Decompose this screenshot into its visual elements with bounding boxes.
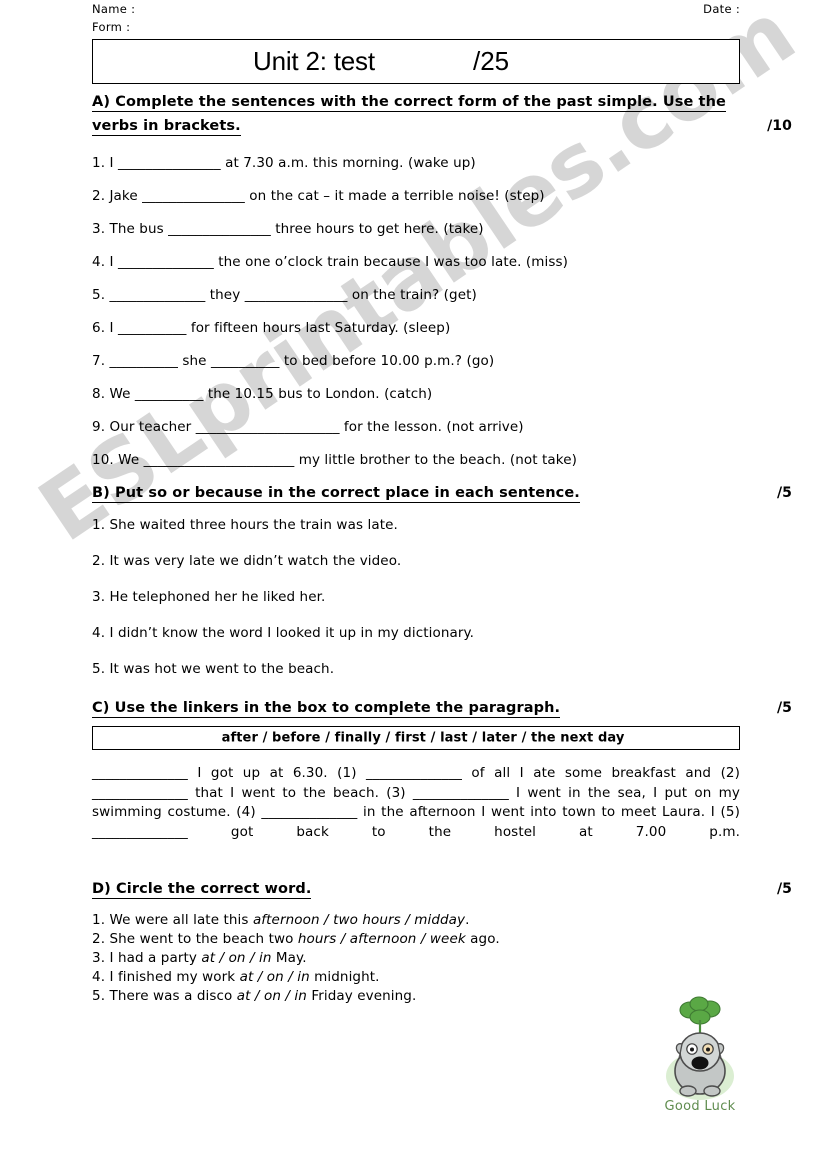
question-a-9: 9. Our teacher _____________________ for… [92, 419, 524, 435]
section-b-heading-text: B) Put so or because in the correct plac… [92, 485, 580, 503]
question-d-1-post: . [465, 911, 470, 928]
question-d-5-options: at / on / in [236, 987, 307, 1004]
date-label: Date : [703, 2, 740, 16]
question-d-4: 4. I finished my work at / on / in midni… [92, 968, 740, 987]
section-c-marks: /5 [776, 700, 792, 716]
question-a-3: 3. The bus _______________ three hours t… [92, 221, 484, 237]
section-c: C) Use the linkers in the box to complet… [92, 697, 792, 862]
section-b-heading: B) Put so or because in the correct plac… [92, 482, 792, 505]
name-label: Name : [92, 2, 136, 16]
question-a-8: 8. We __________ the 10.15 bus to London… [92, 386, 433, 402]
question-b-2: 2. It was very late we didn’t watch the … [92, 553, 402, 569]
linker-word-box: after / before / finally / first / last … [92, 726, 740, 750]
question-d-3: 3. I had a party at / on / in May. [92, 949, 740, 968]
section-b-marks: /5 [776, 485, 792, 501]
form-row: Form : [92, 18, 740, 37]
worksheet-content: Name : Date : Form : Unit 2: test /25 A)… [92, 0, 792, 1006]
good-luck-label: Good Luck [664, 1099, 736, 1114]
dog-with-clover-icon [666, 996, 734, 1100]
section-d: D) Circle the correct word. /5 1. We wer… [92, 878, 792, 1006]
section-c-heading-text: C) Use the linkers in the box to complet… [92, 700, 561, 718]
section-c-paragraph: ______________ I got up at 6.30. (1) ___… [92, 765, 740, 840]
total-score: /25 [473, 46, 510, 76]
page-title: Unit 2: test [253, 46, 375, 76]
question-d-5-pre: 5. There was a disco [92, 987, 237, 1004]
question-d-1-options: afternoon / two hours / midday [252, 911, 466, 928]
good-luck-mascot: Good Luck [640, 996, 760, 1114]
section-a-heading: A) Complete the sentences with the corre… [92, 90, 792, 138]
question-b-3: 3. He telephoned her he liked her. [92, 589, 326, 605]
section-d-marks: /5 [776, 880, 792, 897]
question-d-2: 2. She went to the beach two hours / aft… [92, 930, 740, 949]
question-d-5-post: Friday evening. [306, 987, 417, 1004]
question-d-4-post: midnight. [309, 968, 380, 985]
question-a-6: 6. I __________ for fifteen hours last S… [92, 320, 451, 336]
section-c-heading: C) Use the linkers in the box to complet… [92, 697, 792, 720]
question-d-1-pre: 1. We were all late this [92, 911, 253, 928]
question-d-2-post: ago. [465, 930, 500, 947]
form-label: Form : [92, 20, 131, 34]
question-d-1: 1. We were all late this afternoon / two… [92, 911, 740, 930]
section-a-heading-line1: A) Complete the sentences with the corre… [92, 94, 726, 112]
question-a-5: 5. ______________ they _______________ o… [92, 287, 477, 303]
question-d-2-pre: 2. She went to the beach two [92, 930, 298, 947]
question-d-2-options: hours / afternoon / week [297, 930, 466, 947]
question-b-5: 5. It was hot we went to the beach. [92, 661, 335, 677]
linker-word-box-text: after / before / finally / first / last … [221, 730, 625, 746]
title-box: Unit 2: test /25 [92, 39, 740, 84]
question-d-4-pre: 4. I finished my work [92, 968, 240, 985]
worksheet-page: ESLprintables.com Name : Date : Form : U… [0, 0, 826, 1169]
section-a: A) Complete the sentences with the corre… [92, 90, 792, 468]
question-a-2: 2. Jake _______________ on the cat – it … [92, 188, 545, 204]
question-d-3-post: May. [271, 949, 307, 966]
question-d-4-options: at / on / in [239, 968, 310, 985]
question-a-7: 7. __________ she __________ to bed befo… [92, 353, 495, 369]
question-d-3-pre: 3. I had a party [92, 949, 202, 966]
question-b-1: 1. She waited three hours the train was … [92, 517, 398, 533]
question-a-10: 10. We ______________________ my little … [92, 452, 577, 468]
section-d-heading: D) Circle the correct word. /5 [92, 878, 792, 901]
question-a-4: 4. I ______________ the one o’clock trai… [92, 254, 569, 270]
section-d-heading-text: D) Circle the correct word. [92, 880, 312, 899]
question-b-4: 4. I didn’t know the word I looked it up… [92, 625, 475, 641]
section-a-heading-line2: verbs in brackets. [92, 118, 241, 136]
section-a-marks: /10 [767, 118, 792, 134]
question-a-1: 1. I _______________ at 7.30 a.m. this m… [92, 155, 476, 171]
question-d-3-options: at / on / in [201, 949, 272, 966]
section-b: B) Put so or because in the correct plac… [92, 482, 792, 677]
name-row: Name : Date : [92, 0, 740, 18]
